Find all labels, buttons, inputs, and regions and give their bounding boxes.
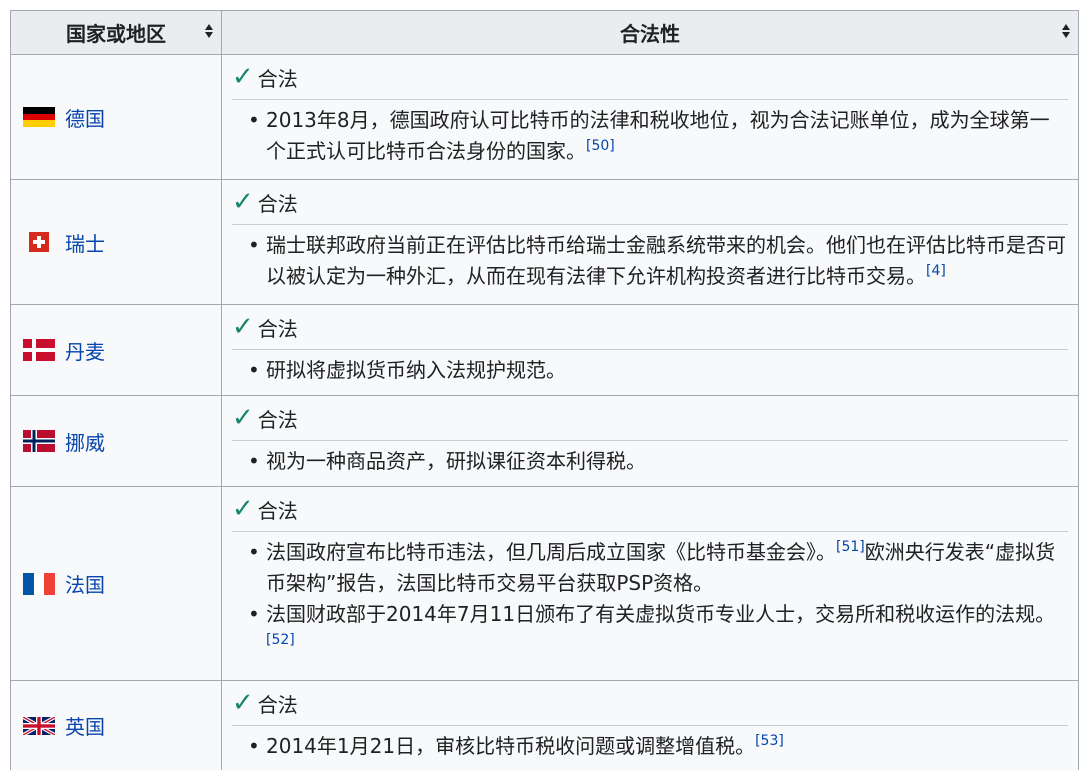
- uk-flag-icon: [23, 716, 55, 736]
- germany-flag-icon: [23, 107, 55, 127]
- country-label-group: 英国: [23, 711, 221, 740]
- table-row: 英国 ✓合法 2014年1月21日，审核比特币税收问题或调整增值税。[53]: [10, 680, 1079, 770]
- sort-icon[interactable]: [205, 24, 213, 38]
- table-row: 挪威 ✓合法视为一种商品资产，研拟课征资本利得税。: [10, 395, 1079, 487]
- status-label: 合法: [257, 498, 298, 523]
- note-text: 研拟将虚拟货币纳入法规护规范。: [266, 358, 566, 382]
- country-link[interactable]: 瑞士: [65, 228, 105, 257]
- france-flag-icon: [23, 572, 55, 595]
- status-label: 合法: [257, 692, 298, 717]
- country-cell: 德国: [10, 54, 222, 180]
- legality-status: ✓ 合法: [232, 487, 1068, 532]
- country-cell: 英国: [10, 680, 222, 770]
- country-label-group: 挪威: [23, 427, 221, 456]
- country-link[interactable]: 法国: [65, 569, 105, 598]
- country-link[interactable]: 英国: [65, 711, 105, 740]
- note-text: 视为一种商品资产，研拟课征资本利得税。: [266, 449, 646, 473]
- status-label: 合法: [257, 191, 298, 216]
- check-icon: ✓: [232, 688, 254, 718]
- legality-cell: ✓合法瑞士联邦政府当前正在评估比特币给瑞士金融系统带来的机会。他们也在评估比特币…: [221, 179, 1079, 305]
- country-column-header[interactable]: 国家或地区: [10, 10, 222, 55]
- denmark-flag-icon: [23, 339, 55, 361]
- table-row: 法国 ✓合法法国政府宣布比特币违法，但几周后成立国家《比特币基金会》。[51]欧洲…: [10, 486, 1079, 681]
- legality-cell: ✓合法研拟将虚拟货币纳入法规护规范。: [221, 304, 1079, 396]
- country-cell: 挪威: [10, 395, 222, 487]
- list-item: 2014年1月21日，审核比特币税收问题或调整增值税。[53]: [232, 731, 1068, 762]
- country-cell: 丹麦: [10, 304, 222, 396]
- table-row: 丹麦 ✓合法研拟将虚拟货币纳入法规护规范。: [10, 304, 1079, 396]
- check-icon: ✓: [232, 312, 254, 342]
- citation-link[interactable]: [51]: [836, 539, 865, 555]
- country-link[interactable]: 丹麦: [65, 336, 105, 365]
- note-text: 瑞士联邦政府当前正在评估比特币给瑞士金融系统带来的机会。他们也在评估比特币是否可…: [266, 233, 1066, 288]
- norway-flag-icon: [23, 430, 55, 452]
- country-link[interactable]: 德国: [65, 103, 105, 132]
- note-text: 2013年8月，德国政府认可比特币的法律和税收地位，视为合法记账单位，成为全球第…: [266, 108, 1050, 163]
- citation-link[interactable]: [4]: [926, 263, 946, 279]
- country-label-group: 瑞士: [23, 228, 221, 257]
- legality-cell: ✓合法 2014年1月21日，审核比特币税收问题或调整增值税。[53]: [221, 680, 1079, 770]
- legality-status: ✓ 合法: [232, 681, 1068, 726]
- list-item: 视为一种商品资产，研拟课征资本利得税。: [232, 446, 1068, 477]
- notes-list: 法国政府宣布比特币违法，但几周后成立国家《比特币基金会》。[51]欧洲央行发表“…: [232, 532, 1068, 667]
- list-item: 2013年8月，德国政府认可比特币的法律和税收地位，视为合法记账单位，成为全球第…: [232, 105, 1068, 167]
- notes-list: 2014年1月21日，审核比特币税收问题或调整增值税。[53]: [232, 726, 1068, 768]
- header-row: 国家或地区 合法性: [10, 10, 1079, 55]
- check-icon: ✓: [232, 494, 254, 524]
- check-icon: ✓: [232, 62, 254, 92]
- citation-link[interactable]: [50]: [586, 138, 615, 154]
- switzerland-flag-icon: [23, 232, 55, 252]
- country-cell: 瑞士: [10, 179, 222, 305]
- legality-table: 国家或地区 合法性 德国✓合法2013年8月，德国政府认可比特币的法律和税收地位…: [10, 10, 1079, 770]
- list-item: 研拟将虚拟货币纳入法规护规范。: [232, 355, 1068, 386]
- legality-cell: ✓合法视为一种商品资产，研拟课征资本利得税。: [221, 395, 1079, 487]
- legality-header-label: 合法性: [620, 22, 680, 46]
- country-link[interactable]: 挪威: [65, 427, 105, 456]
- legality-status: ✓ 合法: [232, 55, 1068, 100]
- notes-list: 2013年8月，德国政府认可比特币的法律和税收地位，视为合法记账单位，成为全球第…: [232, 100, 1068, 173]
- legality-column-header[interactable]: 合法性: [221, 10, 1079, 55]
- status-label: 合法: [257, 407, 298, 432]
- citation-link[interactable]: [53]: [755, 733, 784, 749]
- check-icon: ✓: [232, 187, 254, 217]
- list-item: 瑞士联邦政府当前正在评估比特币给瑞士金融系统带来的机会。他们也在评估比特币是否可…: [232, 230, 1068, 292]
- notes-list: 视为一种商品资产，研拟课征资本利得税。: [232, 441, 1068, 483]
- country-header-label: 国家或地区: [66, 22, 166, 46]
- list-item: 法国政府宣布比特币违法，但几周后成立国家《比特币基金会》。[51]欧洲央行发表“…: [232, 537, 1068, 599]
- legality-status: ✓ 合法: [232, 305, 1068, 350]
- table-row: 瑞士 ✓合法瑞士联邦政府当前正在评估比特币给瑞士金融系统带来的机会。他们也在评估比…: [10, 179, 1079, 305]
- notes-list: 研拟将虚拟货币纳入法规护规范。: [232, 350, 1068, 392]
- status-label: 合法: [257, 66, 298, 91]
- check-icon: ✓: [232, 403, 254, 433]
- note-text: 2014年1月21日，审核比特币税收问题或调整增值税。: [266, 734, 756, 758]
- list-item: 法国财政部于2014年7月11日颁布了有关虚拟货币专业人士，交易所和税收运作的法…: [232, 599, 1068, 661]
- country-label-group: 丹麦: [23, 336, 221, 365]
- sort-icon[interactable]: [1062, 24, 1070, 38]
- page: 国家或地区 合法性 德国✓合法2013年8月，德国政府认可比特币的法律和税收地位…: [0, 0, 1080, 770]
- legality-cell: ✓合法法国政府宣布比特币违法，但几周后成立国家《比特币基金会》。[51]欧洲央行…: [221, 486, 1079, 681]
- table-row: 德国 ✓合法 2013年8月，德国政府认可比特币的法律和税收地位，视为合法记账单位，…: [10, 54, 1079, 180]
- status-label: 合法: [257, 316, 298, 341]
- legality-cell: ✓合法 2013年8月，德国政府认可比特币的法律和税收地位，视为合法记账单位，成为…: [221, 54, 1079, 180]
- note-text: 法国政府宣布比特币违法，但几周后成立国家《比特币基金会》。: [266, 540, 836, 564]
- legality-status: ✓ 合法: [232, 396, 1068, 441]
- notes-list: 瑞士联邦政府当前正在评估比特币给瑞士金融系统带来的机会。他们也在评估比特币是否可…: [232, 225, 1068, 298]
- country-label-group: 法国: [23, 569, 221, 598]
- note-text: 法国财政部于2014年7月11日颁布了有关虚拟货币专业人士，交易所和税收运作的法…: [266, 602, 1056, 626]
- citation-link[interactable]: [52]: [266, 632, 295, 648]
- country-label-group: 德国: [23, 103, 221, 132]
- legality-status: ✓ 合法: [232, 180, 1068, 225]
- country-cell: 法国: [10, 486, 222, 681]
